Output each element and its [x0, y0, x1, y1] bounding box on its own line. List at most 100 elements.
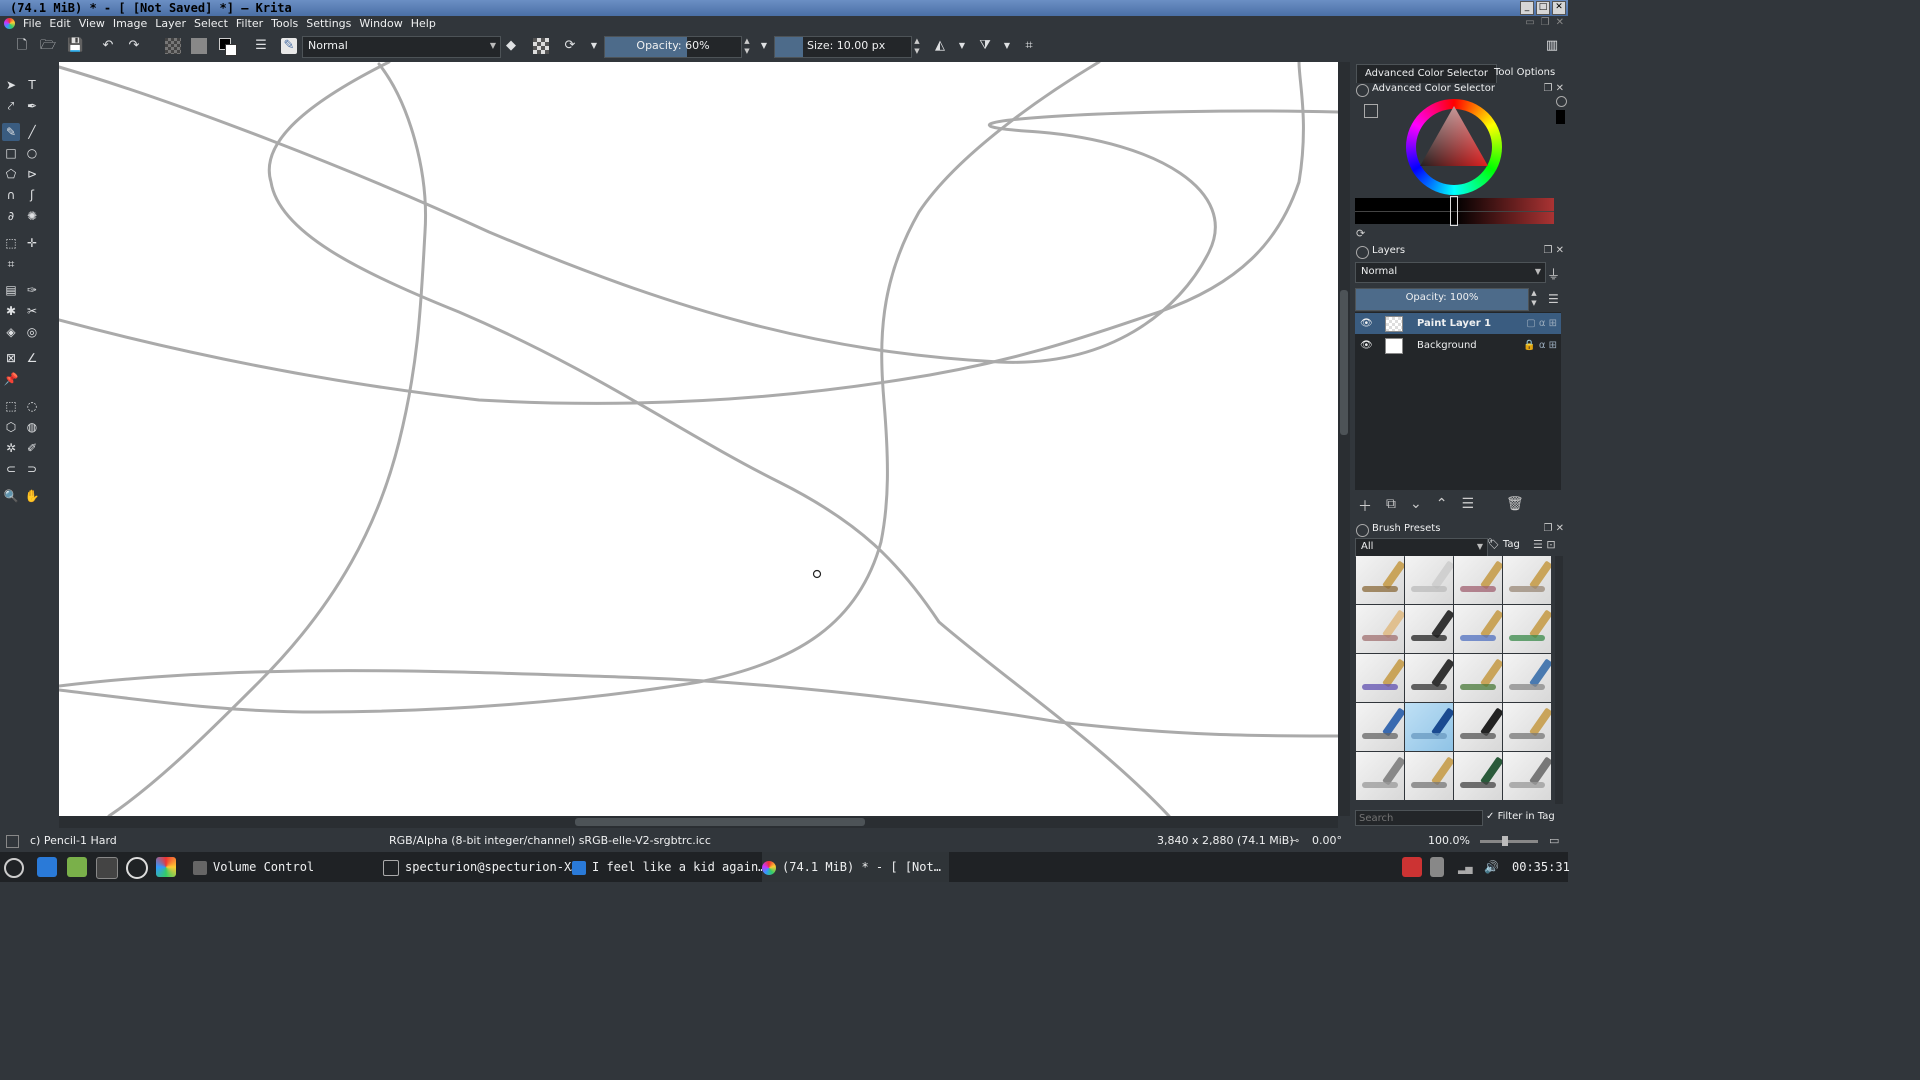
file-manager-launcher-icon[interactable] [67, 857, 87, 877]
brush-preset-4[interactable] [1503, 556, 1551, 604]
menu-filter[interactable]: Filter [234, 17, 269, 30]
fill-tool-icon[interactable]: ◈ [2, 323, 20, 341]
brush-preset-14-selected[interactable] [1405, 703, 1453, 751]
polygon-tool-icon[interactable]: ⬠ [2, 165, 20, 183]
brush-preset-10[interactable] [1405, 654, 1453, 702]
open-document-icon[interactable]: 🗁 [40, 38, 56, 54]
crop-tool-icon[interactable]: ⌗ [2, 255, 20, 273]
menu-help[interactable]: Help [409, 17, 442, 30]
redo-icon[interactable]: ↷ [126, 38, 142, 54]
maximize-button[interactable]: □ [1536, 1, 1550, 15]
task-volume-control[interactable]: Volume Control [193, 852, 314, 882]
menu-image[interactable]: Image [111, 17, 153, 30]
brush-preset-icon[interactable]: ✎ [281, 38, 297, 54]
rectangle-tool-icon[interactable]: □ [2, 144, 20, 162]
polyline-tool-icon[interactable]: ⊳ [23, 165, 41, 183]
undo-icon[interactable]: ↶ [100, 38, 116, 54]
line-tool-icon[interactable]: ╱ [23, 123, 41, 141]
task-browser[interactable]: I feel like a kid again… [572, 852, 765, 882]
status-rotation[interactable]: 0.00° [1312, 830, 1342, 852]
brush-preset-8[interactable] [1503, 605, 1551, 653]
no-color-icon[interactable] [1556, 96, 1567, 107]
vertical-scroll-thumb[interactable] [1340, 290, 1348, 435]
dynamic-brush-tool-icon[interactable]: ∂ [2, 207, 20, 225]
doc-restore-icon[interactable]: ❐ [1541, 17, 1550, 28]
filter-in-tag-checkbox[interactable]: ✓ Filter in Tag [1486, 811, 1555, 822]
chevron-down-icon[interactable]: ▼ [999, 38, 1015, 54]
menu-file[interactable]: File [21, 17, 47, 30]
eye-icon[interactable]: 👁 [1360, 313, 1373, 334]
dock-float-close-icon[interactable]: ❐ ✕ [1543, 523, 1564, 534]
smart-patch-tool-icon[interactable]: ✂ [23, 302, 41, 320]
freehand-brush-tool-icon[interactable]: ✎ [2, 123, 20, 141]
brush-preset-16[interactable] [1503, 703, 1551, 751]
brush-preset-17[interactable] [1356, 752, 1404, 800]
bezier-tool-icon[interactable]: ∩ [2, 186, 20, 204]
menu-layer[interactable]: Layer [153, 17, 192, 30]
colorize-mask-tool-icon[interactable]: ✱ [2, 302, 20, 320]
brush-preset-3[interactable] [1454, 556, 1502, 604]
brush-preset-20[interactable] [1503, 752, 1551, 800]
chevron-down-icon[interactable]: ▼ [954, 38, 970, 54]
reload-preset-icon[interactable]: ⟳ [562, 38, 578, 54]
zoom-slider[interactable] [1480, 840, 1538, 843]
transform-tool-icon[interactable]: ⬚ [2, 234, 20, 252]
eye-icon[interactable]: 👁 [1360, 335, 1373, 356]
brush-preset-2[interactable] [1405, 556, 1453, 604]
menu-view[interactable]: View [77, 17, 111, 30]
close-button[interactable]: ✕ [1552, 1, 1566, 15]
similar-color-selection-icon[interactable]: ✐ [23, 439, 41, 457]
tag-button[interactable]: 🏷 Tag [1487, 539, 1520, 550]
start-menu-icon[interactable] [4, 858, 24, 878]
rotation-icon[interactable]: ⊸ [1290, 830, 1299, 852]
gradient-selector-icon[interactable] [165, 38, 181, 54]
doc-close-icon[interactable]: ✕ [1556, 17, 1564, 28]
brush-preset-11[interactable] [1454, 654, 1502, 702]
chevron-down-icon[interactable]: ▼ [586, 38, 602, 54]
menu-edit[interactable]: Edit [47, 17, 76, 30]
color-swatch-icon[interactable] [219, 38, 237, 56]
layer-filter-icon[interactable]: ⏚ [1547, 264, 1560, 283]
magnetic-selection-icon[interactable]: ⊃ [23, 460, 41, 478]
measure-tool-icon[interactable]: ∠ [23, 349, 41, 367]
opacity-spinner[interactable]: ▲ ▼ [742, 36, 752, 56]
layer-row-background[interactable]: 👁 Background 🔒 α ⊞ [1355, 335, 1561, 356]
dock-float-close-icon[interactable]: ❐ ✕ [1543, 83, 1564, 94]
size-spinner[interactable]: ▲ ▼ [912, 36, 922, 56]
dock-float-close-icon[interactable]: ❐ ✕ [1543, 245, 1564, 256]
calligraphy-tool-icon[interactable]: ✒ [23, 97, 41, 115]
canvas-only-icon[interactable]: ▭ [1549, 830, 1559, 852]
blend-mode-select[interactable]: Normal ▼ [302, 36, 501, 58]
brush-preset-6[interactable] [1405, 605, 1453, 653]
terminal-launcher-icon[interactable] [96, 857, 118, 879]
task-krita[interactable]: (74.1 MiB) * - [ [Not… [762, 852, 949, 882]
tray-volume-icon[interactable]: 🔊 [1484, 852, 1499, 882]
dock-lock-icon[interactable] [1356, 84, 1369, 97]
brush-preset-scrollbar[interactable] [1555, 556, 1563, 804]
assistant-tool-icon[interactable]: ⊠ [2, 349, 20, 367]
tab-advanced-color-selector[interactable]: Advanced Color Selector [1356, 64, 1497, 83]
move-layer-up-icon[interactable]: ⌃ [1436, 496, 1448, 512]
brush-preset-15[interactable] [1454, 703, 1502, 751]
color-strip-handle[interactable] [1450, 196, 1458, 226]
new-document-icon[interactable]: 🗋 [14, 38, 30, 54]
task-terminal[interactable]: specturion@specturion-X… [383, 852, 578, 882]
brush-settings-icon[interactable]: ☰ [253, 38, 269, 54]
duplicate-layer-icon[interactable]: ⧉ [1386, 496, 1396, 512]
tray-storage-icon[interactable] [1430, 857, 1444, 877]
mirror-horizontal-icon[interactable]: ◭ [932, 38, 948, 54]
freehand-path-tool-icon[interactable]: ʃ [23, 186, 41, 204]
workspace-chooser-icon[interactable]: ▥ [1544, 38, 1560, 54]
view-mode-icon[interactable]: ☰ ⊡ [1533, 538, 1556, 551]
preserve-alpha-icon[interactable] [533, 38, 549, 54]
eraser-icon[interactable]: ◆ [503, 38, 519, 54]
wrap-around-icon[interactable]: ⌗ [1021, 38, 1037, 54]
text-tool-icon[interactable]: T [23, 76, 41, 94]
polygonal-selection-icon[interactable]: ⬡ [2, 418, 20, 436]
pattern-selector-icon[interactable] [191, 38, 207, 54]
freehand-selection-icon[interactable]: ◍ [23, 418, 41, 436]
tab-tool-options[interactable]: Tool Options [1486, 64, 1563, 82]
layer-menu-icon[interactable]: ☰ [1548, 292, 1559, 306]
minimize-button[interactable]: _ [1520, 1, 1534, 15]
brush-preset-5[interactable] [1356, 605, 1404, 653]
